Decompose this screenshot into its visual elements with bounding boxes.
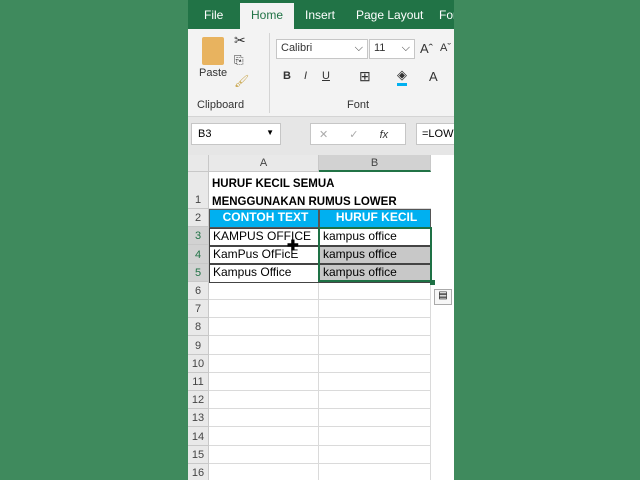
cell-a12[interactable] [209, 391, 319, 410]
underline-button[interactable]: U [322, 70, 330, 82]
cell-a8[interactable] [209, 318, 319, 337]
font-color-button[interactable]: A [429, 69, 438, 84]
cell-b14[interactable] [319, 427, 431, 446]
formula-bar: B3 ▼ ✕ ✓ fx =LOW [188, 117, 454, 155]
bold-button[interactable]: B [283, 70, 291, 82]
tab-page-layout[interactable]: Page Layout [356, 8, 423, 22]
cell-b16[interactable] [319, 463, 431, 480]
row-header-1[interactable]: 1 [188, 172, 209, 209]
copy-icon[interactable]: ⎘ [234, 53, 244, 68]
row-header-3[interactable]: 3 [188, 227, 209, 246]
excel-window: File Home Insert Page Layout For Paste ✂… [188, 0, 454, 480]
cell-b2[interactable]: HURUF KECIL [319, 209, 431, 228]
italic-button[interactable]: I [304, 70, 307, 82]
cell-b11[interactable] [319, 372, 431, 391]
font-name-value: Calibri [281, 42, 313, 54]
cursor-icon: ✚ [287, 237, 299, 253]
fill-color-icon[interactable]: ◈ [397, 67, 407, 86]
cell-a3[interactable]: KAMPUS OFFICE [209, 228, 319, 247]
cell-a7[interactable] [209, 300, 319, 319]
cell-a15[interactable] [209, 445, 319, 464]
insert-function-icon[interactable]: fx [380, 129, 389, 141]
font-size-select[interactable]: 11 ⌵ [369, 39, 415, 59]
row-header-15[interactable]: 15 [188, 445, 209, 464]
borders-icon[interactable]: ⊞ [359, 68, 371, 85]
row-header-13[interactable]: 13 [188, 409, 209, 428]
row-header-16[interactable]: 16 [188, 463, 209, 480]
cell-a16[interactable] [209, 463, 319, 480]
font-name-select[interactable]: Calibri ⌵ [276, 39, 368, 59]
row-header-2[interactable]: 2 [188, 209, 209, 228]
cell-a2[interactable]: CONTOH TEXT [209, 209, 319, 228]
cell-a9[interactable] [209, 336, 319, 355]
fill-handle[interactable] [430, 280, 435, 285]
cell-a13[interactable] [209, 409, 319, 428]
cell-a10[interactable] [209, 354, 319, 373]
row-header-4[interactable]: 4 [188, 245, 209, 264]
row-header-14[interactable]: 14 [188, 427, 209, 446]
cell-b10[interactable] [319, 354, 431, 373]
cell-a4[interactable]: KamPus OfFicE [209, 246, 319, 265]
row-header-5[interactable]: 5 [188, 263, 209, 282]
cell-b15[interactable] [319, 445, 431, 464]
cell-a5[interactable]: Kampus Office [209, 264, 319, 283]
paste-icon[interactable] [202, 37, 224, 65]
font-group-label: Font [347, 99, 370, 111]
quick-analysis-icon[interactable]: ▤ [434, 289, 452, 305]
cancel-icon[interactable]: ✕ [319, 129, 328, 141]
cut-icon[interactable]: ✂ [234, 32, 246, 49]
column-header-a[interactable]: A [209, 155, 319, 172]
cell-a11[interactable] [209, 372, 319, 391]
tab-file[interactable]: File [204, 8, 223, 22]
cell-a6[interactable] [209, 281, 319, 300]
cell-b12[interactable] [319, 391, 431, 410]
select-all-button[interactable] [188, 155, 209, 172]
cell-b9[interactable] [319, 336, 431, 355]
formula-buttons: ✕ ✓ fx [310, 123, 406, 145]
cell-a14[interactable] [209, 427, 319, 446]
cell-b13[interactable] [319, 409, 431, 428]
clipboard-group-label: Clipboard [197, 99, 245, 111]
row-header-10[interactable]: 10 [188, 354, 209, 373]
row-header-8[interactable]: 8 [188, 318, 209, 337]
tab-home[interactable]: Home [240, 3, 295, 29]
cell-b8[interactable] [319, 318, 431, 337]
selection-range [318, 227, 432, 282]
tab-formulas[interactable]: For [439, 8, 454, 22]
name-box-value: B3 [198, 128, 212, 140]
row-header-12[interactable]: 12 [188, 391, 209, 410]
row-header-6[interactable]: 6 [188, 281, 209, 300]
formula-input[interactable]: =LOW [416, 123, 454, 145]
cell-b6[interactable] [319, 281, 431, 300]
name-box[interactable]: B3 ▼ [191, 123, 281, 145]
row-header-9[interactable]: 9 [188, 336, 209, 355]
tab-insert[interactable]: Insert [305, 8, 335, 22]
enter-icon[interactable]: ✓ [349, 129, 358, 141]
title-line-1: HURUF KECIL SEMUA [212, 178, 335, 190]
cell-b7[interactable] [319, 300, 431, 319]
font-size-value: 11 [374, 42, 386, 54]
worksheet-grid[interactable]: A B 1 2 3 4 5 6 7 8 9 10 11 12 13 14 15 16 HURUF KECIL … [188, 155, 454, 480]
row-header-11[interactable]: 11 [188, 372, 209, 391]
ribbon-tabs: File Home Insert Page Layout For [188, 0, 454, 29]
format-painter-icon[interactable]: 🖌 [234, 74, 249, 88]
cell-a1[interactable]: HURUF KECIL SEMUA MENGGUNAKAN RUMUS LOWER [209, 172, 431, 209]
ribbon: Paste ✂ ⎘ 🖌 Clipboard Calibri ⌵ 11 ⌵ Aˆ Aˇ… [188, 29, 454, 117]
decrease-font-icon[interactable]: Aˇ [440, 42, 451, 54]
increase-font-icon[interactable]: Aˆ [420, 41, 433, 56]
row-header-7[interactable]: 7 [188, 300, 209, 319]
paste-button[interactable]: Paste [199, 67, 227, 79]
column-header-b[interactable]: B [319, 155, 431, 172]
